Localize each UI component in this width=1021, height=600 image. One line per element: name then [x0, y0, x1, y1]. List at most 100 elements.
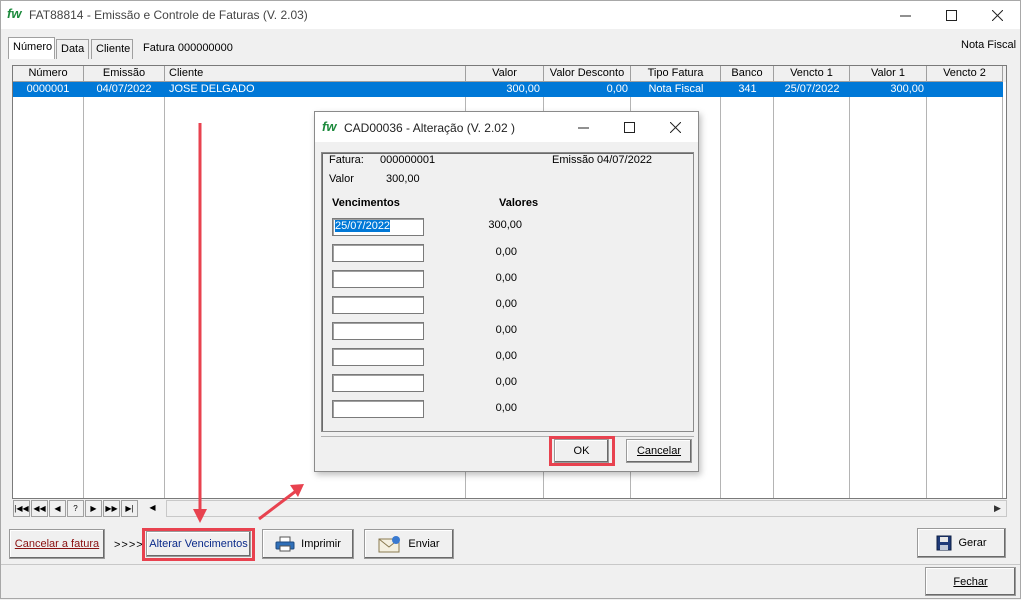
cancelar-fatura-label: Cancelar a fatura [14, 538, 100, 550]
column-header[interactable]: Banco [721, 66, 774, 82]
app-logo-icon: fw [7, 6, 22, 21]
valor-parcela: 300,00 [488, 219, 522, 231]
next-record-button[interactable]: ▶ [85, 500, 102, 517]
dialog-title: CAD00036 - Alteração (V. 2.02 ) [344, 121, 515, 135]
close-icon [669, 121, 681, 133]
column-divider [164, 82, 165, 498]
valor-parcela: 0,00 [495, 298, 517, 310]
alteracao-dialog: fw CAD00036 - Alteração (V. 2.02 ) Fatur… [314, 111, 699, 472]
valor-parcela: 0,00 [495, 402, 517, 414]
column-divider [83, 82, 84, 498]
column-header[interactable]: Valor 1 [850, 66, 927, 82]
vencimento-field[interactable] [332, 270, 424, 288]
tab-cliente[interactable]: Cliente [91, 39, 133, 59]
maximize-icon [623, 121, 635, 133]
help-button[interactable]: ? [67, 500, 84, 517]
tab-numero[interactable]: Número [8, 37, 55, 59]
column-divider [773, 82, 774, 498]
fechar-button[interactable]: Fechar [925, 567, 1016, 596]
cell-valor: 300,00 [506, 83, 540, 95]
vencimento-field[interactable] [332, 296, 424, 314]
fatura-value: 000000001 [380, 154, 436, 166]
valor-parcela: 0,00 [495, 272, 517, 284]
fechar-label: Fechar [953, 575, 988, 588]
next-page-button[interactable]: ▶▶ [103, 500, 120, 517]
column-divider [849, 82, 850, 498]
save-disk-icon [936, 535, 952, 551]
column-header[interactable]: Emissão [84, 66, 165, 82]
dialog-logo-icon: fw [322, 119, 337, 134]
cell-numero: 0000001 [26, 83, 70, 95]
dialog-maximize-button[interactable] [606, 113, 652, 141]
vencimento-field[interactable] [332, 400, 424, 418]
minimize-button[interactable] [882, 1, 928, 29]
column-header[interactable]: Valor [466, 66, 544, 82]
imprimir-label: Imprimir [301, 538, 341, 550]
valor-parcela: 0,00 [495, 246, 517, 258]
vencimentos-header: Vencimentos [332, 197, 400, 209]
column-header[interactable]: Valor Desconto [544, 66, 631, 82]
cell-vencto-2 [927, 82, 1003, 97]
window-title: FAT88814 - Emissão e Controle de Faturas… [29, 8, 308, 22]
gerar-button[interactable]: Gerar [917, 528, 1006, 558]
column-header[interactable]: Vencto 2 [927, 66, 1003, 82]
ok-highlight-box [549, 436, 615, 466]
scroll-left-arrow[interactable]: ◀ [144, 500, 161, 517]
maximize-icon [945, 9, 957, 21]
cell-cliente: JOSE DELGADO [169, 83, 255, 95]
column-header[interactable]: Tipo Fatura [631, 66, 721, 82]
emissao-value: 04/07/2022 [597, 154, 653, 166]
close-button[interactable] [974, 1, 1020, 29]
cell-emissao: 04/07/2022 [96, 83, 152, 95]
vencimento-value: 25/07/2022 [335, 220, 391, 232]
dialog-cancelar-label: Cancelar [636, 445, 682, 457]
column-header[interactable]: Número [13, 66, 84, 82]
dialog-divider [321, 436, 694, 437]
dialog-minimize-button[interactable] [560, 113, 606, 141]
vencimento-field[interactable] [332, 348, 424, 366]
gerar-label: Gerar [958, 537, 987, 549]
main-window: fw FAT88814 - Emissão e Controle de Fatu… [0, 0, 1021, 599]
valores-header: Valores [499, 197, 539, 209]
cancelar-fatura-button[interactable]: Cancelar a fatura [9, 529, 105, 559]
horizontal-scrollbar[interactable]: ▶ [166, 500, 1007, 517]
vencimento-field[interactable]: 25/07/2022 [332, 218, 424, 236]
column-divider [1002, 82, 1003, 498]
nota-fiscal-label: Nota Fiscal [961, 39, 1017, 51]
emissao-label: Emissão [552, 154, 595, 166]
fatura-number-label: Fatura 000000000 [143, 42, 233, 54]
tab-data[interactable]: Data [56, 39, 89, 59]
vencimento-field[interactable] [332, 322, 424, 340]
arrows-indicator: >>>> [114, 539, 144, 551]
dialog-close-button[interactable] [652, 113, 698, 141]
valor-parcela: 0,00 [495, 324, 517, 336]
cell-vencto-1: 25/07/2022 [784, 83, 840, 95]
table-row[interactable]: 0000001 04/07/2022 JOSE DELGADO 300,00 0… [13, 82, 1003, 97]
cell-valor-desconto: 0,00 [606, 83, 628, 95]
fatura-label: Fatura: [329, 154, 364, 166]
bottom-divider [1, 564, 1020, 565]
column-divider [926, 82, 927, 498]
vencimento-field[interactable] [332, 244, 424, 262]
column-header[interactable]: Vencto 1 [774, 66, 850, 82]
cell-tipo-fatura: Nota Fiscal [648, 83, 704, 95]
first-record-button[interactable]: |◀◀ [13, 500, 30, 517]
cell-valor-1: 300,00 [890, 83, 924, 95]
enviar-button[interactable]: Enviar [364, 529, 454, 559]
grid-header: Número Emissão Cliente Valor Valor Desco… [13, 66, 1006, 82]
cell-banco: 341 [738, 83, 757, 95]
dialog-panel: Fatura: 000000001 Emissão 04/07/2022 Val… [321, 152, 694, 432]
dialog-cancelar-button[interactable]: Cancelar [626, 439, 692, 463]
minimize-icon [577, 127, 589, 128]
vencimento-field[interactable] [332, 374, 424, 392]
minimize-icon [899, 15, 911, 16]
prev-record-button[interactable]: ◀ [49, 500, 66, 517]
scroll-right-arrow[interactable]: ▶ [989, 501, 1006, 516]
prev-page-button[interactable]: ◀◀ [31, 500, 48, 517]
last-record-button[interactable]: ▶| [121, 500, 138, 517]
imprimir-button[interactable]: Imprimir [262, 529, 354, 559]
maximize-button[interactable] [928, 1, 974, 29]
valor-parcela: 0,00 [495, 376, 517, 388]
column-header[interactable]: Cliente [165, 66, 466, 82]
enviar-label: Enviar [408, 538, 440, 550]
